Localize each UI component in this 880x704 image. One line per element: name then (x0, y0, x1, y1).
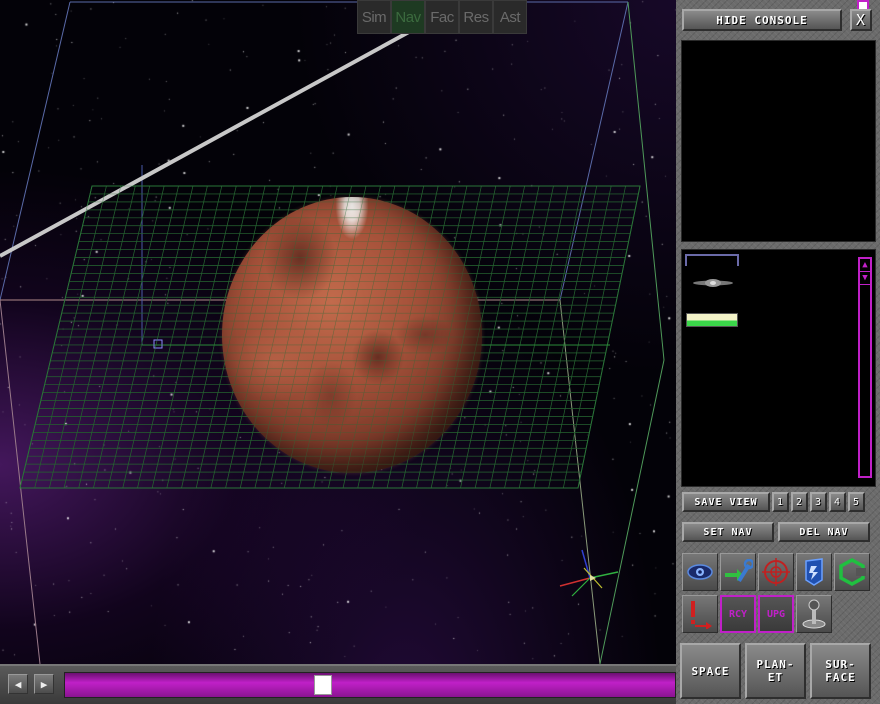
surface-view-button[interactable]: SUR- FACE (810, 643, 871, 699)
view-mode-buttons: SPACE PLAN- ET SUR- FACE (680, 643, 871, 699)
tab-fac[interactable]: Fac (425, 0, 459, 34)
selection-bracket (685, 254, 739, 266)
space-viewport[interactable]: Sim Nav Fac Res Ast (0, 0, 676, 664)
planet-view-button[interactable]: PLAN- ET (745, 643, 806, 699)
tab-sim[interactable]: Sim (357, 0, 391, 34)
timeline-thumb[interactable] (314, 675, 332, 695)
unit-list-panel: ▲ ▼ (681, 249, 876, 487)
hide-console-label: HIDE CONSOLE (716, 13, 808, 27)
eye-icon (687, 564, 713, 580)
tab-res[interactable]: Res (459, 0, 493, 34)
box-edge (627, 1, 665, 361)
save-view-row: SAVE VIEW 1 2 3 4 5 (682, 492, 865, 512)
tab-nav[interactable]: Nav (391, 0, 425, 34)
repair-button[interactable] (720, 553, 756, 591)
joystick-icon (802, 599, 826, 629)
del-nav-label: DEL NAV (799, 526, 849, 538)
upgrade-button[interactable]: UPG (758, 595, 794, 633)
box-edge (559, 299, 601, 664)
view-slot-label: 5 (852, 496, 861, 508)
box-edge (0, 299, 41, 664)
box-edge (599, 359, 665, 664)
del-nav-button[interactable]: DEL NAV (778, 522, 870, 542)
crosshair-icon (762, 558, 790, 586)
set-nav-label: SET NAV (703, 526, 753, 538)
timeline-bar: ◀ ▶ (0, 664, 676, 704)
timeline-slider[interactable] (64, 672, 676, 698)
target-button[interactable] (758, 553, 794, 591)
scroll-up-icon[interactable]: ▲ (860, 259, 870, 272)
alert-arrow-icon (691, 601, 712, 629)
tool-buttons: RCY UPG (680, 553, 878, 637)
hexagon-icon (839, 558, 866, 586)
defense-button[interactable] (796, 553, 832, 591)
box-edge (559, 1, 629, 301)
surface-label: SUR- FACE (825, 658, 856, 684)
hide-console-button[interactable]: HIDE CONSOLE (682, 9, 842, 31)
view-eye-button[interactable] (682, 553, 718, 591)
view-slot-label: 3 (814, 496, 823, 508)
space-view-button[interactable]: SPACE (680, 643, 741, 699)
view-slot-5[interactable]: 5 (848, 492, 865, 512)
view-slot-4[interactable]: 4 (829, 492, 846, 512)
manual-control-button[interactable] (796, 595, 832, 633)
axis-gizmo-icon (559, 549, 619, 597)
box-edge (0, 1, 71, 301)
space-label: SPACE (691, 664, 730, 678)
view-slot-3[interactable]: 3 (810, 492, 827, 512)
upgrade-label: UPG (766, 608, 786, 620)
view-slot-2[interactable]: 2 (791, 492, 808, 512)
view-slot-1[interactable]: 1 (772, 492, 789, 512)
save-view-button[interactable]: SAVE VIEW (682, 492, 770, 512)
console-display (681, 40, 876, 242)
tab-ast[interactable]: Ast (493, 0, 527, 34)
close-console-button[interactable]: X (850, 9, 872, 31)
unit-health-bar (686, 313, 738, 327)
set-nav-button[interactable]: SET NAV (682, 522, 774, 542)
close-icon: X (855, 11, 867, 29)
structure-button[interactable] (834, 553, 870, 591)
view-slot-label: 2 (795, 496, 804, 508)
view-slot-label: 1 (776, 496, 785, 508)
recycle-label: RCY (728, 608, 748, 620)
mars-planet[interactable] (222, 197, 482, 473)
save-view-label: SAVE VIEW (694, 496, 758, 508)
recycle-button[interactable]: RCY (720, 595, 756, 633)
console-panel: HIDE CONSOLE X ▲ ▼ SAVE VIEW 1 2 3 4 5 S… (676, 0, 880, 704)
scroll-right-button[interactable]: ▶ (34, 674, 54, 694)
wrench-arrow-icon (725, 559, 753, 583)
alert-button[interactable] (682, 595, 718, 633)
list-scrollbar[interactable]: ▲ ▼ (858, 257, 872, 478)
scroll-down-icon[interactable]: ▼ (860, 272, 870, 285)
ship-icon[interactable] (692, 278, 734, 288)
scroll-left-button[interactable]: ◀ (8, 674, 28, 694)
shield-icon (805, 558, 823, 586)
view-slot-label: 4 (833, 496, 842, 508)
nav-buttons-row: SET NAV DEL NAV (682, 522, 870, 542)
planet-label: PLAN- ET (756, 658, 795, 684)
view-subtabs: Sim Nav Fac Res Ast (357, 0, 527, 34)
nav-point-marker (153, 339, 163, 349)
